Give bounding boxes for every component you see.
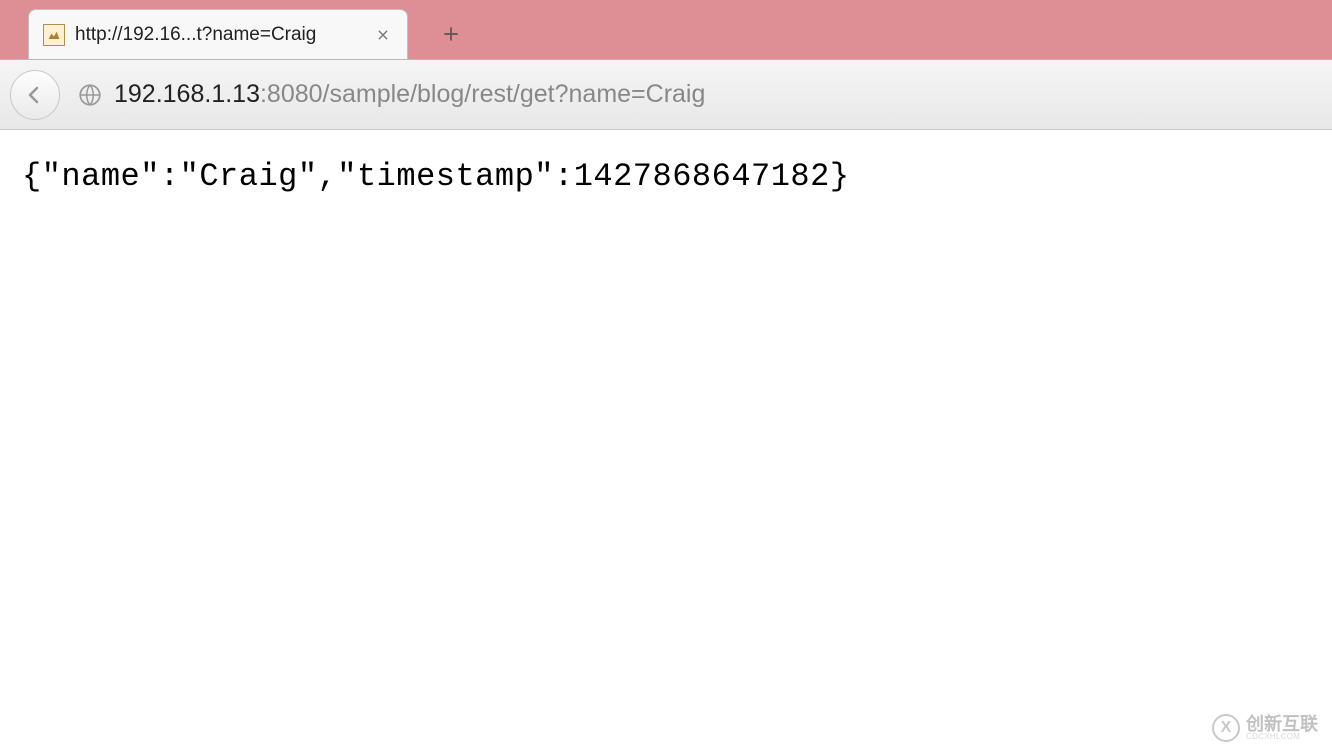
navigation-toolbar: 192.168.1.13:8080/sample/blog/rest/get?n… xyxy=(0,60,1332,130)
url-host: 192.168.1.13 xyxy=(114,80,260,109)
watermark: X 创新互联 CDCXHLCOM xyxy=(1212,714,1318,742)
url-bar[interactable]: 192.168.1.13:8080/sample/blog/rest/get?n… xyxy=(114,80,1322,109)
close-tab-icon[interactable] xyxy=(373,25,393,45)
watermark-logo-icon: X xyxy=(1212,714,1240,742)
globe-icon xyxy=(76,81,104,109)
tab-bar: http://192.16...t?name=Craig xyxy=(0,0,1332,60)
tab-title: http://192.16...t?name=Craig xyxy=(75,24,363,46)
tomcat-favicon-icon xyxy=(43,24,65,46)
browser-tab[interactable]: http://192.16...t?name=Craig xyxy=(28,9,408,59)
back-button[interactable] xyxy=(10,70,60,120)
url-path: :8080/sample/blog/rest/get?name=Craig xyxy=(260,80,705,109)
response-body: {"name":"Craig","timestamp":142786864718… xyxy=(0,130,1332,223)
watermark-sub-text: CDCXHLCOM xyxy=(1246,733,1318,741)
new-tab-button[interactable] xyxy=(432,15,470,53)
watermark-main-text: 创新互联 xyxy=(1246,715,1318,733)
